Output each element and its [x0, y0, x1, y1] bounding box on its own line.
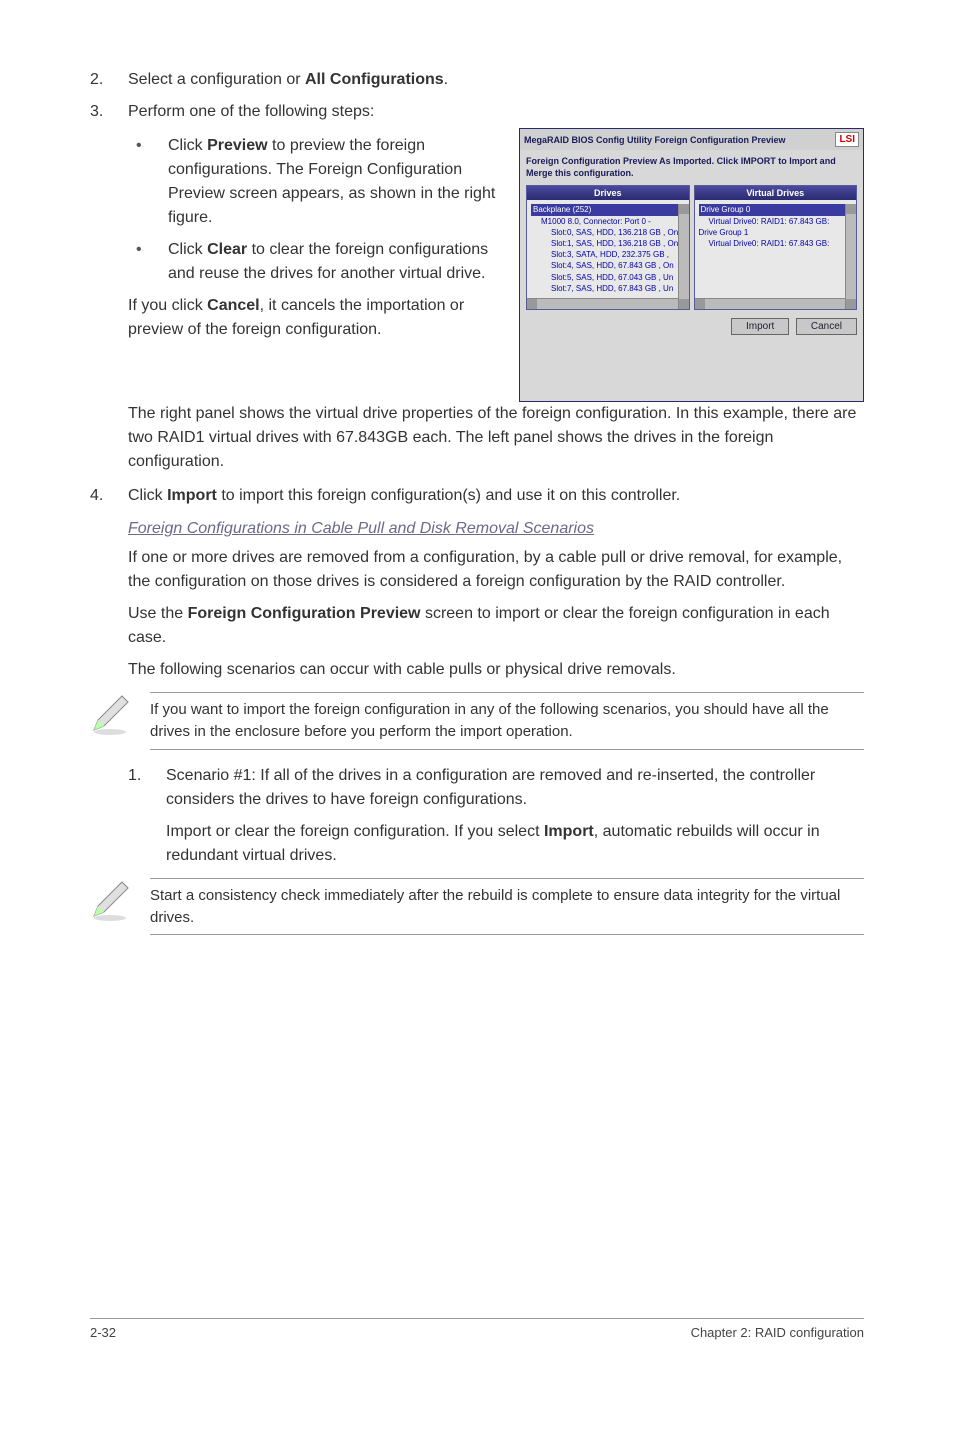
pencil-icon	[88, 878, 132, 922]
step-body: Click Import to import this foreign conf…	[128, 484, 864, 508]
text: If you click	[128, 297, 207, 314]
tree-slot[interactable]: Slot:3, SATA, HDD, 232.375 GB ,	[531, 249, 685, 260]
tree-vd[interactable]: Virtual Drive0: RAID1: 67.843 GB:	[699, 238, 853, 249]
lsi-badge: LSI	[835, 132, 859, 147]
cancel-para: If you click Cancel, it cancels the impo…	[128, 294, 505, 342]
text: to import this foreign configuration(s) …	[217, 487, 680, 504]
virtual-drives-panel: Virtual Drives Drive Group 0 Virtual Dri…	[694, 185, 858, 310]
text: Use the	[128, 605, 188, 622]
para: Import or clear the foreign configuratio…	[166, 820, 864, 868]
bullet-dot: •	[128, 134, 168, 230]
dialog-message: Foreign Configuration Preview As Importe…	[526, 156, 857, 179]
text: Click	[168, 241, 207, 258]
section-heading: Foreign Configurations in Cable Pull and…	[128, 520, 864, 538]
scrollbar-horizontal[interactable]	[527, 298, 689, 309]
step-3: 3. Perform one of the following steps:	[90, 100, 864, 124]
bold: Clear	[207, 241, 247, 258]
bullet-dot: •	[128, 238, 168, 286]
text: Click	[168, 137, 207, 154]
step-2: 2. Select a configuration or All Configu…	[90, 68, 864, 92]
bullet-body: Click Clear to clear the foreign configu…	[168, 238, 505, 286]
page-number: 2-32	[90, 1325, 116, 1340]
drives-panel: Drives Backplane (252) M1000 8.0, Connec…	[526, 185, 690, 310]
step-num: 3.	[90, 100, 128, 124]
chapter-label: Chapter 2: RAID configuration	[691, 1325, 864, 1340]
bold: Foreign Configuration Preview	[188, 605, 421, 622]
step-body: Scenario #1: If all of the drives in a c…	[166, 764, 864, 812]
bold: Preview	[207, 137, 267, 154]
step-num: 1.	[128, 764, 166, 812]
step-body: Perform one of the following steps:	[128, 100, 864, 124]
text: Select a configuration or	[128, 71, 305, 88]
cancel-button[interactable]: Cancel	[796, 318, 857, 335]
page-footer: 2-32 Chapter 2: RAID configuration	[90, 1318, 864, 1340]
bullet-clear: • Click Clear to clear the foreign confi…	[128, 238, 505, 286]
text: .	[444, 71, 448, 88]
step-num: 4.	[90, 484, 128, 508]
step-body: Select a configuration or All Configurat…	[128, 68, 864, 92]
drives-tree[interactable]: Backplane (252) M1000 8.0, Connector: Po…	[527, 200, 689, 298]
bullet-preview: • Click Preview to preview the foreign c…	[128, 134, 505, 230]
vd-header: Virtual Drives	[695, 186, 857, 200]
pencil-icon	[88, 692, 132, 736]
para: Use the Foreign Configuration Preview sc…	[128, 602, 864, 650]
tree-root[interactable]: Backplane (252)	[531, 204, 685, 215]
scrollbar-vertical[interactable]	[845, 204, 856, 309]
text: Perform one of the following steps:	[128, 103, 374, 120]
note-text: Start a consistency check immediately af…	[150, 878, 864, 936]
tree-slot[interactable]: Slot:5, SAS, HDD, 67.043 GB , Un	[531, 272, 685, 283]
bold: All Configurations	[305, 71, 444, 88]
para: If one or more drives are removed from a…	[128, 546, 864, 594]
tree-connector[interactable]: M1000 8.0, Connector: Port 0 -	[531, 216, 685, 227]
scrollbar-horizontal[interactable]	[695, 298, 857, 309]
bold: Cancel	[207, 297, 259, 314]
tree-slot[interactable]: Slot:7, SAS, HDD, 67.843 GB , Un	[531, 283, 685, 294]
dialog-title: MegaRAID BIOS Config Utility Foreign Con…	[524, 135, 786, 145]
foreign-config-dialog: MegaRAID BIOS Config Utility Foreign Con…	[519, 128, 864, 402]
step-4: 4. Click Import to import this foreign c…	[90, 484, 864, 508]
tree-vd[interactable]: Virtual Drive0: RAID1: 67.843 GB:	[699, 216, 853, 227]
tree-slot[interactable]: Slot:4, SAS, HDD, 67.843 GB , On	[531, 260, 685, 271]
bullet-body: Click Preview to preview the foreign con…	[168, 134, 505, 230]
drives-header: Drives	[527, 186, 689, 200]
step-num: 2.	[90, 68, 128, 92]
dialog-titlebar: MegaRAID BIOS Config Utility Foreign Con…	[520, 129, 863, 150]
tree-slot[interactable]: Slot:0, SAS, HDD, 136.218 GB , On	[531, 227, 685, 238]
para: The following scenarios can occur with c…	[128, 658, 864, 682]
scenario-1: 1. Scenario #1: If all of the drives in …	[128, 764, 864, 812]
tree-slot[interactable]: Slot:1, SAS, HDD, 136.218 GB , On	[531, 238, 685, 249]
text: Click	[128, 487, 167, 504]
bold: Import	[167, 487, 217, 504]
note-2: Start a consistency check immediately af…	[90, 878, 864, 936]
scrollbar-vertical[interactable]	[678, 204, 689, 309]
vd-tree[interactable]: Drive Group 0 Virtual Drive0: RAID1: 67.…	[695, 200, 857, 298]
tree-group[interactable]: Drive Group 1	[699, 227, 853, 238]
tree-group[interactable]: Drive Group 0	[699, 204, 853, 215]
note-1: If you want to import the foreign config…	[90, 692, 864, 750]
note-text: If you want to import the foreign config…	[150, 692, 864, 750]
import-button[interactable]: Import	[731, 318, 789, 335]
bold: Import	[544, 823, 594, 840]
text: Import or clear the foreign configuratio…	[166, 823, 544, 840]
right-panel-para: The right panel shows the virtual drive …	[128, 402, 864, 474]
